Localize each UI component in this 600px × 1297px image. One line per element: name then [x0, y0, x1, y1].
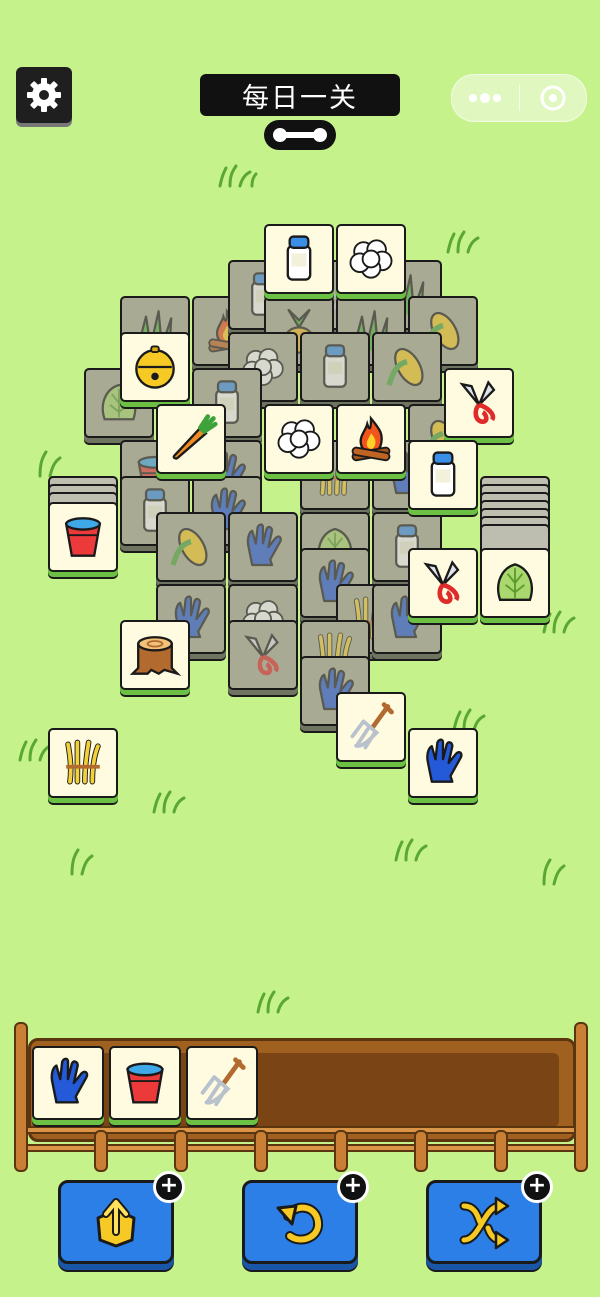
more-dots-icon — [469, 93, 502, 103]
cabbage-icon — [487, 555, 543, 611]
grass-tuft-icon — [542, 858, 566, 886]
tile-milk[interactable] — [408, 440, 478, 518]
tile-bucket[interactable] — [48, 502, 118, 580]
mini-program-capsule — [451, 74, 587, 122]
tray-slot-bucket — [109, 1046, 181, 1128]
grass-tuft-icon — [218, 164, 258, 188]
undo-button[interactable]: + — [242, 1171, 369, 1264]
tile-glove-covered — [228, 512, 298, 590]
campfire-icon — [343, 411, 399, 467]
bucket-icon — [55, 509, 111, 565]
move-out-icon — [96, 1198, 136, 1248]
bell-icon — [127, 339, 183, 395]
fence-post — [14, 1022, 28, 1172]
fence-post — [494, 1130, 508, 1172]
tile-shears[interactable] — [444, 368, 514, 446]
tile-pitchfork[interactable] — [336, 692, 406, 770]
milk-bottle-icon — [415, 447, 471, 503]
grass-tuft-icon — [394, 838, 428, 862]
settings-button[interactable] — [16, 67, 72, 123]
tray-slot-pitchfork — [186, 1046, 258, 1128]
fence-post — [94, 1130, 108, 1172]
page-title: 每日一关 — [200, 74, 400, 116]
grass-tuft-icon — [70, 848, 94, 876]
shuffle-icon — [459, 1196, 510, 1250]
move-out-button[interactable]: + — [58, 1171, 185, 1264]
fence-post — [334, 1130, 348, 1172]
tile-shears-covered — [228, 620, 298, 698]
bucket-icon — [116, 1054, 174, 1112]
shuffle-button[interactable]: + — [426, 1171, 553, 1264]
tree-stump-icon — [127, 627, 183, 683]
tile-corn-covered — [156, 512, 226, 590]
tile-milk-covered — [300, 332, 370, 410]
tile-cotton[interactable] — [336, 224, 406, 302]
undo-icon — [276, 1202, 324, 1245]
fence-post — [174, 1130, 188, 1172]
tile-corn-covered — [372, 332, 442, 410]
add-badge[interactable]: + — [521, 1171, 553, 1203]
tile-wheat[interactable] — [48, 728, 118, 806]
tile-carrot[interactable] — [156, 404, 226, 482]
progress-bar-icon — [273, 128, 327, 142]
grass-tuft-icon — [38, 450, 62, 478]
tile-stump[interactable] — [120, 620, 190, 698]
grass-tuft-icon — [152, 790, 186, 814]
collection-tray — [14, 1022, 588, 1182]
grass-tuft-icon — [256, 990, 290, 1014]
target-circle-icon — [540, 85, 566, 111]
level-progress-indicator — [264, 120, 336, 150]
tile-bell[interactable] — [120, 332, 190, 410]
cotton-icon — [343, 231, 399, 287]
fence-post — [254, 1130, 268, 1172]
glove-icon — [415, 735, 471, 791]
milk-bottle-icon — [271, 231, 327, 287]
add-badge[interactable]: + — [153, 1171, 185, 1203]
fence-post — [414, 1130, 428, 1172]
glove-icon — [39, 1054, 97, 1112]
cotton-icon — [271, 411, 327, 467]
tile-shears[interactable] — [408, 548, 478, 626]
tile-milk[interactable] — [264, 224, 334, 302]
add-badge[interactable]: + — [337, 1171, 369, 1203]
close-button[interactable] — [520, 75, 587, 121]
tile-cabbage[interactable] — [480, 548, 550, 626]
tile-glove[interactable] — [408, 728, 478, 806]
pitchfork-icon — [193, 1054, 251, 1112]
shears-icon — [415, 555, 471, 611]
more-button[interactable] — [452, 75, 519, 121]
wheat-icon — [55, 735, 111, 791]
tray-slot-glove — [32, 1046, 104, 1128]
shears-icon — [451, 375, 507, 431]
pitchfork-icon — [343, 699, 399, 755]
gear-icon — [27, 78, 61, 112]
tile-cotton[interactable] — [264, 404, 334, 482]
tile-campfire[interactable] — [336, 404, 406, 482]
fence-post — [574, 1022, 588, 1172]
carrot-icon — [163, 411, 219, 467]
grass-tuft-icon — [446, 230, 480, 254]
